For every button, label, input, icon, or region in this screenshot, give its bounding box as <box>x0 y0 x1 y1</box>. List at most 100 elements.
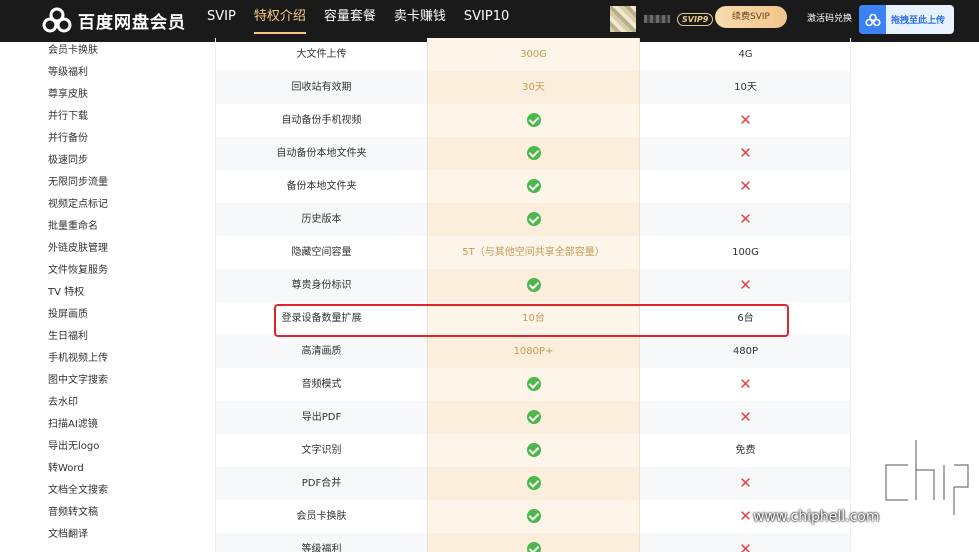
feature-name-cell: 等级福利 <box>301 544 342 552</box>
feature-name-cell: 自动备份手机视频 <box>281 115 362 126</box>
feature-name-cell: 文字识别 <box>301 445 342 456</box>
sidebar-item[interactable]: 手机视频上传 <box>48 348 198 370</box>
sidebar-item[interactable]: 文档翻译 <box>48 524 198 546</box>
privilege-sidebar: 会员卡换肤 等级福利 尊享皮肤 并行下载 并行备份 极速同步 无限同步流量 视频定点标记 批量重… <box>48 40 198 546</box>
cross-icon: ✕ <box>739 375 752 393</box>
sidebar-item[interactable]: 等级福利 <box>48 62 198 84</box>
svip-value-cell <box>427 137 640 170</box>
table-row: 历史版本 ✕ <box>216 203 850 236</box>
redeem-code-link[interactable]: 激活码兑换 <box>807 11 852 24</box>
cross-icon: ✕ <box>739 474 752 492</box>
renew-svip-button[interactable]: 续费SVIP <box>715 6 787 28</box>
table-row: 隐藏空间容量 5T（与其他空间共享全部容量） 100G <box>216 236 850 269</box>
drag-upload-button[interactable]: 拖拽至此上传 <box>859 5 954 34</box>
nav-capacity-plans[interactable]: 容量套餐 <box>324 0 376 42</box>
svip-value-cell <box>427 467 640 500</box>
check-icon <box>526 146 541 160</box>
sidebar-item[interactable]: 无限同步流量 <box>48 172 198 194</box>
upload-cloud-icon <box>859 5 886 34</box>
svip-value-cell <box>427 533 640 552</box>
vip-value-cell: ✕ <box>640 500 850 533</box>
cross-icon: ✕ <box>739 408 752 426</box>
table-row: 音频模式 ✕ <box>216 368 850 401</box>
highlight-annotation-box <box>274 304 789 337</box>
feature-name-cell: 尊贵身份标识 <box>291 280 352 291</box>
table-row: 大文件上传 300G 4G <box>216 38 850 71</box>
sidebar-item[interactable]: 去水印 <box>48 392 198 414</box>
sidebar-item[interactable]: 图中文字搜索 <box>48 370 198 392</box>
nav-svip[interactable]: SVIP <box>207 0 236 42</box>
sidebar-item[interactable]: 导出无logo <box>48 436 198 458</box>
feature-name-cell: 高清画质 <box>301 346 342 357</box>
svip-value-cell <box>427 269 640 302</box>
vip-value-cell: 10天 <box>734 82 757 93</box>
baidu-cloud-icon <box>42 7 72 33</box>
vip-value-cell: ✕ <box>640 533 850 552</box>
feature-name-cell: 音频模式 <box>301 379 342 390</box>
feature-name-cell: PDF合并 <box>301 478 342 489</box>
svip-value-cell: 1080P+ <box>427 335 640 368</box>
table-row: PDF合并 ✕ <box>216 467 850 500</box>
feature-name-cell: 大文件上传 <box>296 49 347 60</box>
feature-name-cell: 导出PDF <box>301 412 342 423</box>
top-navigation-bar: 百度网盘会员 SVIP 特权介绍 容量套餐 卖卡赚钱 SVIP10 SVIP9 … <box>0 0 979 42</box>
check-icon <box>526 377 541 391</box>
table-row: 等级福利 ✕ <box>216 533 850 552</box>
check-icon <box>526 113 541 127</box>
sidebar-item[interactable]: 音频转文稿 <box>48 502 198 524</box>
feature-name-cell: 备份本地文件夹 <box>286 181 357 192</box>
sidebar-item[interactable]: 极速同步 <box>48 150 198 172</box>
svip-value-cell <box>427 170 640 203</box>
check-icon <box>526 212 541 226</box>
sidebar-item[interactable]: 并行备份 <box>48 128 198 150</box>
sidebar-item[interactable]: 投屏画质 <box>48 304 198 326</box>
vip-value-cell: 100G <box>732 247 759 258</box>
sidebar-item[interactable]: 并行下载 <box>48 106 198 128</box>
svip-value-cell <box>427 203 640 236</box>
feature-name-cell: 历史版本 <box>301 214 342 225</box>
vip-value-cell: ✕ <box>640 137 850 170</box>
svip-value-cell <box>427 401 640 434</box>
sidebar-item[interactable]: 会员卡换肤 <box>48 40 198 62</box>
sidebar-item[interactable]: 转Word <box>48 458 198 480</box>
vip-value-cell: ✕ <box>640 104 850 137</box>
sidebar-item[interactable]: 尊享皮肤 <box>48 84 198 106</box>
vip-value-cell: ✕ <box>640 269 850 302</box>
check-icon <box>526 179 541 193</box>
baidu-netdisk-logo[interactable]: 百度网盘会员 <box>42 7 186 33</box>
nav-svip10[interactable]: SVIP10 <box>464 0 509 42</box>
sidebar-item[interactable]: 批量重命名 <box>48 216 198 238</box>
svip-value-cell <box>427 434 640 467</box>
vip-level-badge: SVIP9 <box>677 12 714 26</box>
nav-sell-cards[interactable]: 卖卡赚钱 <box>394 0 446 42</box>
cross-icon: ✕ <box>739 111 752 129</box>
privilege-comparison-table: 等级福利 ✕ 会员卡换肤 ✕ PDF合并 ✕ 文字识别 免费 导出PDF ✕ 音频模式 ✕ 高清画质 10… <box>215 38 851 552</box>
table-row: 自动备份手机视频 ✕ <box>216 104 850 137</box>
vip-value-cell: 480P <box>732 346 759 357</box>
vip-value-cell: 4G <box>738 49 753 60</box>
sidebar-item[interactable]: 视频定点标记 <box>48 194 198 216</box>
cross-icon: ✕ <box>739 276 752 294</box>
vip-value-cell: 免费 <box>735 445 756 456</box>
sidebar-item[interactable]: 文档全文搜索 <box>48 480 198 502</box>
table-row: 尊贵身份标识 ✕ <box>216 269 850 302</box>
cross-icon: ✕ <box>739 144 752 162</box>
sidebar-item[interactable]: 文件恢复服务 <box>48 260 198 282</box>
vip-value-cell: ✕ <box>640 368 850 401</box>
vip-value-cell: ✕ <box>640 467 850 500</box>
upload-button-label: 拖拽至此上传 <box>891 16 946 26</box>
feature-name-cell: 回收站有效期 <box>291 82 352 93</box>
svip-value-cell <box>427 500 640 533</box>
svip-value-cell <box>427 104 640 137</box>
cross-icon: ✕ <box>739 177 752 195</box>
user-info[interactable]: SVIP9 <box>610 6 714 32</box>
check-icon <box>526 509 541 523</box>
nav-privileges[interactable]: 特权介绍 <box>253 0 306 34</box>
sidebar-item[interactable]: TV 特权 <box>48 282 198 304</box>
logo-title: 百度网盘会员 <box>78 12 186 33</box>
sidebar-item[interactable]: 扫描AI滤镜 <box>48 414 198 436</box>
sidebar-item[interactable]: 外链皮肤管理 <box>48 238 198 260</box>
avatar[interactable] <box>610 6 636 32</box>
vip-value-cell: ✕ <box>640 203 850 236</box>
sidebar-item[interactable]: 生日福利 <box>48 326 198 348</box>
